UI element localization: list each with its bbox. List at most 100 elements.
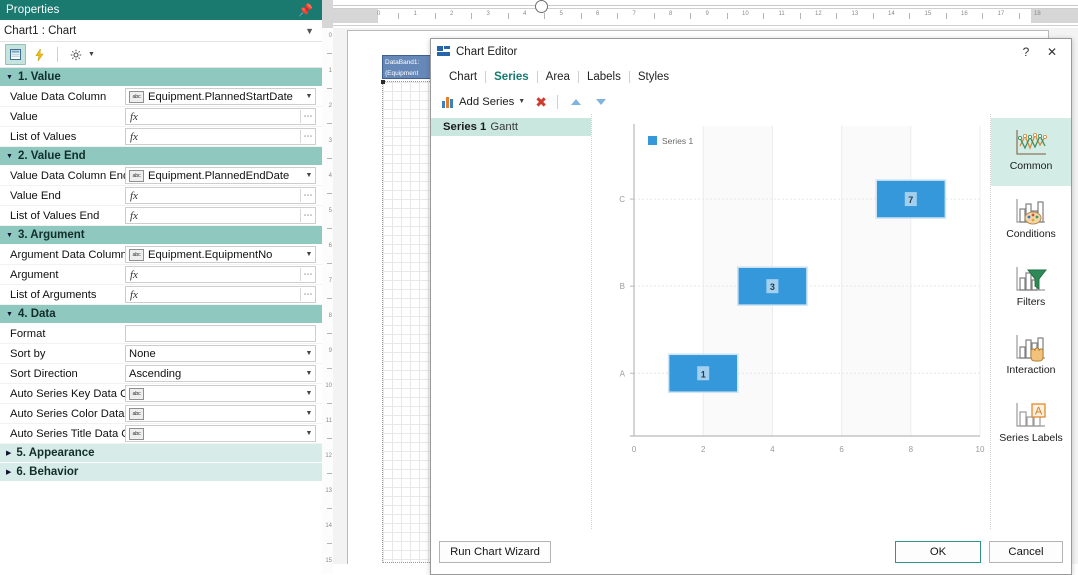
red-x-icon[interactable]: ✖ — [533, 95, 549, 109]
ruler-label: 17 — [997, 11, 1005, 17]
property-group-label: 2. Value End — [17, 150, 86, 162]
series-list-item[interactable]: Series 1 Gantt — [431, 118, 591, 136]
ruler-label: 1 — [328, 68, 332, 74]
expression-field[interactable]: fx ⋯ — [125, 207, 316, 224]
triangle-down-icon[interactable] — [595, 98, 606, 105]
sidebar-item-filters[interactable]: Filters — [991, 254, 1071, 322]
resize-handle[interactable] — [381, 80, 385, 84]
palette-chart-icon — [1014, 192, 1048, 226]
help-button[interactable]: ? — [1013, 41, 1039, 63]
expression-field[interactable]: fx ⋯ — [125, 286, 316, 303]
property-group-header[interactable]: ▼ 4. Data — [0, 305, 322, 324]
bar-chart-icon — [442, 96, 455, 108]
ruler-tick — [471, 13, 472, 19]
ruler-tick — [398, 13, 399, 19]
ellipsis-button[interactable]: ⋯ — [300, 209, 315, 222]
svg-text:A: A — [1035, 406, 1043, 418]
databand-header[interactable]: DataBand1: {Equipment — [382, 55, 437, 79]
ellipsis-button[interactable]: ⋯ — [300, 130, 315, 143]
dialog-titlebar[interactable]: Chart Editor ? ✕ — [431, 39, 1071, 65]
tab-styles[interactable]: Styles — [630, 71, 677, 83]
text-field[interactable] — [125, 325, 316, 342]
dialog-title: Chart Editor — [456, 46, 518, 58]
property-group-label: 4. Data — [17, 308, 56, 320]
abc-icon: abc — [129, 90, 144, 103]
chevron-down-icon: ▼ — [305, 25, 314, 36]
chevron-down-icon[interactable]: ▼ — [303, 251, 315, 258]
ruler-tick — [945, 13, 947, 19]
property-group-header[interactable]: ▼ 2. Value End — [0, 147, 322, 166]
sidebar-item-conditions[interactable]: Conditions — [991, 186, 1071, 254]
ellipsis-button[interactable]: ⋯ — [300, 110, 315, 123]
legend-label: Series 1 — [662, 136, 693, 146]
x-tick-label: 10 — [976, 445, 985, 454]
property-group-header[interactable]: ▶ 6. Behavior — [0, 463, 322, 482]
tab-series[interactable]: Series — [486, 71, 537, 83]
ellipsis-button[interactable]: ⋯ — [300, 268, 315, 281]
data-column-field[interactable]: abc Equipment.EquipmentNo ▼ — [125, 246, 316, 263]
chevron-down-icon[interactable]: ▼ — [303, 93, 315, 100]
chevron-down-icon[interactable]: ▼ — [303, 350, 315, 357]
ruler-tick — [799, 13, 801, 19]
tab-chart[interactable]: Chart — [441, 71, 485, 83]
pin-icon[interactable]: 📌 — [298, 4, 316, 16]
chevron-down-icon[interactable]: ▼ — [303, 370, 315, 377]
data-column-field[interactable]: abc Equipment.PlannedEndDate ▼ — [125, 167, 316, 184]
gear-icon[interactable] — [65, 44, 86, 65]
text-label-icon: A — [1014, 396, 1048, 430]
cancel-button[interactable]: Cancel — [989, 540, 1063, 563]
tab-area[interactable]: Area — [538, 71, 578, 83]
ruler-tick — [327, 298, 332, 299]
ellipsis-button[interactable]: ⋯ — [300, 288, 315, 301]
data-column-field[interactable]: abc Equipment.PlannedStartDate ▼ — [125, 88, 316, 105]
tab-labels[interactable]: Labels — [579, 71, 629, 83]
chart-band — [841, 126, 911, 436]
chevron-down-icon[interactable]: ▼ — [518, 98, 525, 105]
expression-field[interactable]: fx ⋯ — [125, 108, 316, 125]
series-name: Series 1 — [443, 121, 487, 133]
sidebar-item-interaction[interactable]: Interaction — [991, 322, 1071, 390]
expression-field[interactable]: fx ⋯ — [125, 128, 316, 145]
data-column-field[interactable]: abc ▼ — [125, 385, 316, 402]
lightning-icon[interactable] — [29, 44, 50, 65]
dropdown-field[interactable]: Ascending ▼ — [125, 365, 316, 382]
property-label: Value Data Column End — [10, 169, 125, 182]
sidebar-item-series-labels[interactable]: A Series Labels — [991, 390, 1071, 458]
selected-object-combo[interactable]: Chart1 : Chart ▼ — [0, 20, 322, 42]
sidebar-item-common[interactable]: Common — [991, 118, 1071, 186]
ruler-label: 3 — [328, 138, 332, 144]
abc-icon: abc — [129, 387, 144, 400]
ruler-label: 2 — [328, 103, 332, 109]
ruler-label: 11 — [325, 418, 332, 424]
chevron-down-icon[interactable]: ▼ — [303, 172, 315, 179]
add-series-label: Add Series — [459, 95, 515, 108]
chart-preview[interactable]: A B C 0 2 4 6 8 10 1 3 7 Series 1 — [592, 114, 990, 529]
ok-button[interactable]: OK — [895, 540, 981, 563]
add-series-button[interactable]: Add Series ▼ — [439, 95, 528, 109]
data-column-field[interactable]: abc ▼ — [125, 425, 316, 442]
property-value: Equipment.PlannedStartDate — [148, 90, 293, 103]
property-group-header[interactable]: ▶ 5. Appearance — [0, 444, 322, 463]
chevron-down-icon[interactable]: ▼ — [303, 390, 315, 397]
chevron-down-icon[interactable]: ▼ — [303, 410, 315, 417]
expression-field[interactable]: fx ⋯ — [125, 187, 316, 204]
chevron-down-icon[interactable]: ▼ — [303, 430, 315, 437]
data-column-field[interactable]: abc ▼ — [125, 405, 316, 422]
ellipsis-button[interactable]: ⋯ — [300, 189, 315, 202]
ruler-label: 8 — [669, 11, 673, 17]
ruler-knob[interactable] — [535, 0, 548, 13]
expression-field[interactable]: fx ⋯ — [125, 266, 316, 283]
ruler-tick — [327, 368, 332, 369]
property-group-header[interactable]: ▼ 1. Value — [0, 68, 322, 87]
property-label: Value — [10, 110, 38, 123]
dialog-body: Series 1 Gantt A B C 0 2 4 6 8 10 1 3 7 Series 1 — [431, 114, 1071, 529]
close-icon[interactable]: ✕ — [1039, 41, 1065, 63]
triangle-up-icon[interactable] — [570, 98, 581, 105]
ruler-tick — [544, 13, 545, 19]
property-group-header[interactable]: ▼ 3. Argument — [0, 226, 322, 245]
grid-icon[interactable] — [5, 44, 26, 65]
dropdown-field[interactable]: None ▼ — [125, 345, 316, 362]
properties-settings-button[interactable]: ▼ — [65, 44, 95, 65]
run-chart-wizard-button[interactable]: Run Chart Wizard — [439, 540, 551, 563]
property-row: Sort Direction Ascending ▼ — [0, 364, 322, 384]
